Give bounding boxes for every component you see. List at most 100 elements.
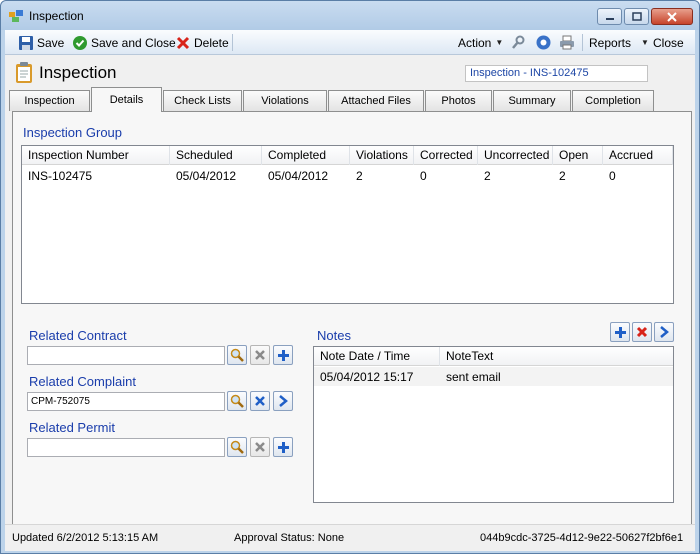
minimize-button[interactable] (597, 8, 622, 25)
table-row[interactable]: 05/04/2012 15:17 sent email (314, 367, 673, 386)
close-label: Close (653, 35, 684, 50)
delete-x-icon (636, 326, 648, 338)
inspection-group-grid[interactable]: Inspection Number Scheduled Completed Vi… (21, 145, 674, 304)
wrench-icon (512, 35, 525, 49)
column-header[interactable]: Accrued (603, 146, 673, 165)
notes-grid[interactable]: Note Date / Time NoteText 05/04/2012 15:… (313, 346, 674, 503)
chevron-down-icon: ▼ (641, 38, 649, 47)
minimize-icon (605, 17, 614, 20)
column-header[interactable]: Scheduled (170, 146, 262, 165)
delete-button[interactable]: Delete (176, 34, 229, 51)
contract-search-button[interactable] (227, 345, 247, 365)
complaint-search-button[interactable] (227, 391, 247, 411)
app-icon (9, 10, 23, 22)
tab-inspection[interactable]: Inspection (9, 90, 90, 111)
tab-photos[interactable]: Photos (425, 90, 492, 111)
record-badge: Inspection - INS-102475 (465, 65, 648, 82)
save-button[interactable]: Save (19, 34, 64, 51)
clipboard-icon (16, 62, 32, 83)
related-permit-field[interactable] (27, 438, 225, 457)
table-cell: 05/04/2012 (176, 169, 237, 183)
column-header[interactable]: Completed (262, 146, 350, 165)
table-row[interactable]: INS-102475 05/04/2012 05/04/2012 2 0 2 2… (22, 166, 673, 185)
table-cell: 0 (420, 169, 427, 183)
related-complaint-field[interactable]: CPM-752075 (27, 392, 225, 411)
close-icon (667, 11, 677, 22)
details-panel: Inspection Group Inspection Number Sched… (12, 111, 692, 548)
magnifier-icon (230, 348, 244, 362)
plus-icon (614, 326, 626, 338)
complaint-open-button[interactable] (273, 391, 293, 411)
title-bar[interactable]: Inspection (1, 1, 699, 30)
clear-x-icon (255, 442, 265, 452)
toolbar-separator (232, 34, 233, 51)
close-button[interactable]: Close (653, 34, 684, 51)
inspection-group-label: Inspection Group (23, 125, 123, 140)
open-note-button[interactable] (654, 322, 674, 342)
complaint-clear-button[interactable] (250, 391, 270, 411)
print-button[interactable] (559, 34, 575, 51)
grid-header: Note Date / Time NoteText (314, 347, 673, 366)
reports-menu[interactable]: Reports ▼ (589, 34, 649, 51)
clear-x-icon (255, 350, 265, 360)
related-contract-label: Related Contract (29, 328, 127, 343)
tab-summary[interactable]: Summary (493, 90, 571, 111)
tab-check-lists[interactable]: Check Lists (163, 90, 242, 111)
save-and-close-label: Save and Close (91, 35, 176, 50)
related-permit-label: Related Permit (29, 420, 115, 435)
column-header[interactable]: Open (553, 146, 603, 165)
column-header[interactable]: Inspection Number (22, 146, 170, 165)
permit-search-button[interactable] (227, 437, 247, 457)
table-cell: INS-102475 (28, 169, 93, 183)
close-window-button[interactable] (651, 8, 693, 25)
column-header[interactable]: NoteText (440, 347, 673, 366)
permit-add-button[interactable] (273, 437, 293, 457)
record-guid: 044b9cdc-3725-4d12-9e22-50627f2bf6e1 (480, 532, 684, 544)
chevron-down-icon: ▼ (495, 38, 504, 47)
plus-icon (277, 349, 289, 361)
clear-x-icon (255, 396, 265, 406)
contract-add-button[interactable] (273, 345, 293, 365)
plus-icon (277, 441, 289, 453)
table-cell: 05/04/2012 15:17 (320, 370, 414, 384)
tab-attached-files[interactable]: Attached Files (328, 90, 424, 111)
delete-note-button[interactable] (632, 322, 652, 342)
maximize-icon (631, 12, 642, 21)
magnifier-icon (230, 440, 244, 454)
column-header[interactable]: Uncorrected (478, 146, 553, 165)
column-header[interactable]: Violations (350, 146, 414, 165)
action-menu[interactable]: Action ▼ (458, 34, 503, 51)
tools-button[interactable] (511, 34, 526, 51)
status-bar: Updated 6/2/2012 5:13:15 AM Approval Sta… (5, 524, 695, 551)
column-header[interactable]: Corrected (414, 146, 478, 165)
inspection-window: Inspection Save Save and Close Delete Ac… (0, 0, 700, 554)
help-button[interactable] (536, 34, 551, 51)
printer-icon (560, 35, 574, 50)
tab-completion[interactable]: Completion (572, 90, 654, 111)
updated-status: Updated 6/2/2012 5:13:15 AM (12, 532, 159, 544)
toolbar-separator (582, 34, 583, 51)
tab-violations[interactable]: Violations (243, 90, 327, 111)
column-header[interactable]: Note Date / Time (314, 347, 440, 366)
permit-clear-button[interactable] (250, 437, 270, 457)
table-cell: 05/04/2012 (268, 169, 329, 183)
chevron-right-icon (279, 395, 288, 407)
related-complaint-label: Related Complaint (29, 374, 136, 389)
add-note-button[interactable] (610, 322, 630, 342)
table-cell: sent email (446, 370, 501, 384)
chevron-right-icon (660, 326, 669, 338)
client-area: Save Save and Close Delete Action ▼ Repo… (5, 30, 695, 551)
reports-label: Reports (589, 35, 632, 50)
tab-details[interactable]: Details (91, 87, 162, 112)
save-label: Save (37, 35, 65, 50)
related-contract-field[interactable] (27, 346, 225, 365)
save-and-close-button[interactable]: Save and Close (73, 34, 176, 51)
contract-clear-button[interactable] (250, 345, 270, 365)
toolbar: Save Save and Close Delete Action ▼ Repo… (5, 30, 695, 55)
grid-header: Inspection Number Scheduled Completed Vi… (22, 146, 673, 165)
window-title: Inspection (29, 9, 84, 23)
floppy-disk-icon (19, 35, 33, 50)
table-cell: 2 (559, 169, 566, 183)
maximize-button[interactable] (624, 8, 649, 25)
table-cell: 0 (609, 169, 616, 183)
